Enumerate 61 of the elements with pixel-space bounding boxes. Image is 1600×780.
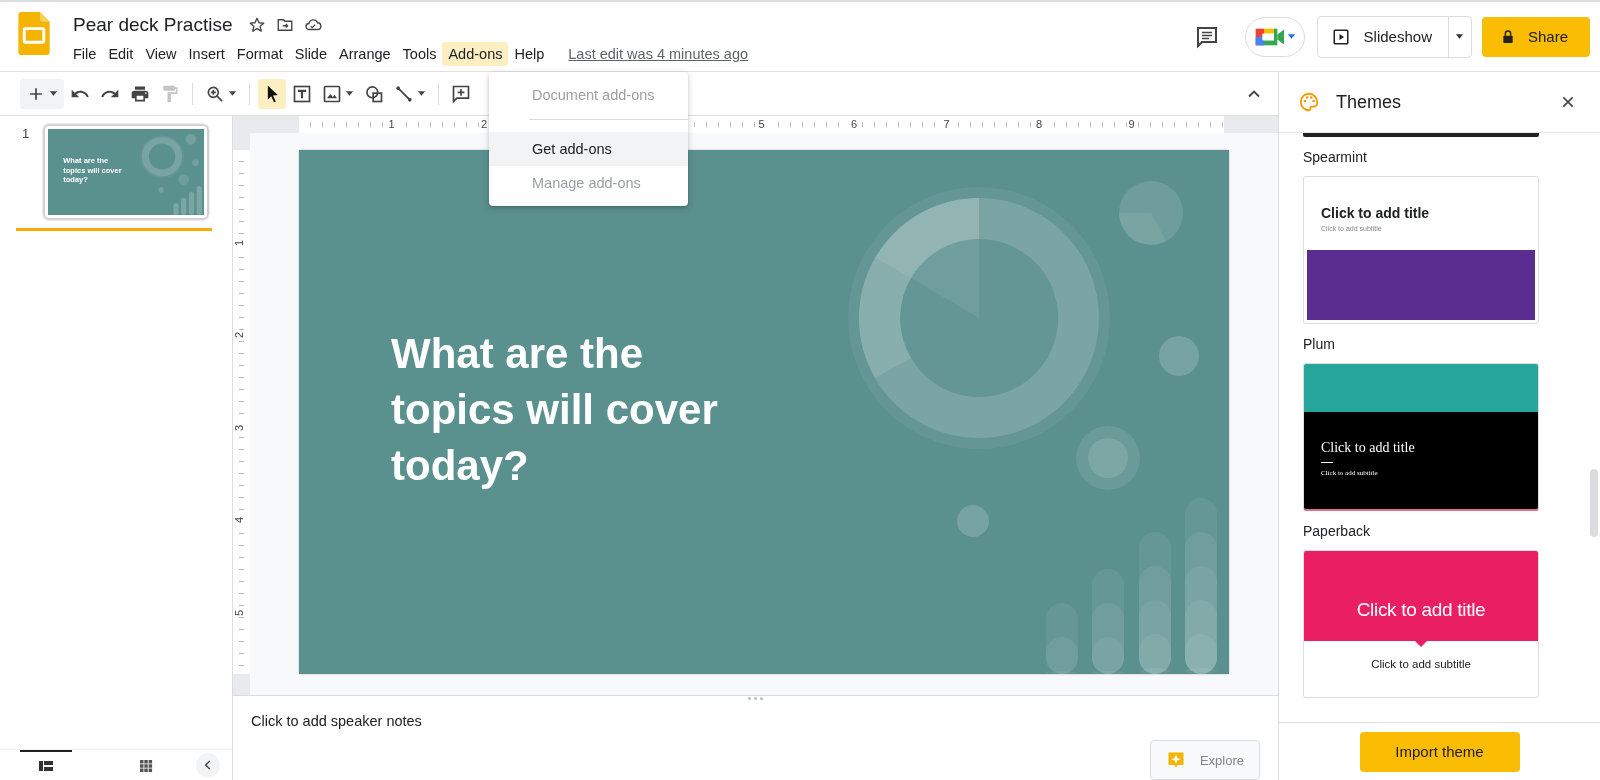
menu-item[interactable]: Slide [288,41,333,66]
slide-title[interactable]: today? [391,438,529,494]
caret-icon [1286,34,1296,39]
line-icon [394,83,414,104]
theme-name: Paperback [1303,522,1370,541]
add-comment-icon [451,83,471,104]
play-icon [1331,27,1350,46]
caret-icon [49,91,58,96]
caret-icon [345,91,354,96]
ruler-number: 1 [233,239,245,246]
shapes-icon [364,83,384,104]
preview-title: Click to add title [1321,205,1430,221]
scrollbar[interactable] [1590,469,1598,537]
caret-icon [1455,34,1465,39]
vertical-ruler[interactable]: 1 2 3 4 5 [233,150,250,674]
text-box-icon [292,83,312,104]
banner-pointer [1415,641,1427,647]
caret-icon [228,91,237,96]
comment-icon[interactable] [1194,24,1219,49]
theme-name: Spearmint [1303,148,1367,167]
share-button[interactable]: Share [1481,16,1590,57]
ruler-number: 4 [233,516,245,524]
slide-title[interactable]: What are the [391,326,644,382]
menu-item[interactable]: Tools [396,41,443,66]
theme-name: Plum [1303,335,1335,354]
slide-title[interactable]: topics will cover [391,382,718,438]
image-icon [322,83,342,104]
ruler-number: 5 [233,609,245,616]
close-icon[interactable] [1560,94,1576,110]
add-tool[interactable] [20,78,64,109]
document-title[interactable]: Pear deck Practise [73,13,233,36]
preview-title: Click to add title [1356,599,1486,621]
speaker-notes-field[interactable]: Click to add speaker notes [251,713,422,729]
palette-icon [1298,91,1320,113]
select-tool[interactable] [258,78,286,109]
menu-item[interactable]: File [67,41,103,66]
preview-title: Click to add title [1321,440,1415,456]
slide-number: 1 [22,126,30,141]
menu-item[interactable]: Format [230,41,289,66]
grid-icon [138,758,154,774]
import-theme-button[interactable]: Import theme [1359,731,1520,772]
menu-option[interactable]: Get add-ons [489,132,688,166]
menu-item[interactable]: Arrange [333,41,397,66]
collapse-panel-button[interactable] [196,753,220,777]
menu-item[interactable]: View [139,41,183,66]
menu-item[interactable]: Help [508,41,551,66]
preview-subtitle: Click to add subtitle [1371,658,1471,670]
menu-item[interactable]: Edit [102,41,140,66]
ruler-number: 2 [233,331,245,339]
resize-handle[interactable] [747,696,764,701]
menu-item[interactable]: Add-ons [442,41,509,66]
explore-button[interactable]: Explore [1150,740,1260,780]
theme-preview[interactable]: Click to add title Click to add subtitle [1303,550,1539,698]
panel-title: Themes [1336,91,1402,113]
menu-item[interactable]: Insert [182,41,231,66]
paint-roller-icon [160,83,180,104]
filmstrip-icon [38,758,54,774]
ruler-number: 3 [233,424,245,431]
last-edit-link[interactable]: Last edit was 4 minutes ago [568,45,749,62]
star-icon[interactable] [248,15,267,34]
caret-icon [417,91,426,96]
